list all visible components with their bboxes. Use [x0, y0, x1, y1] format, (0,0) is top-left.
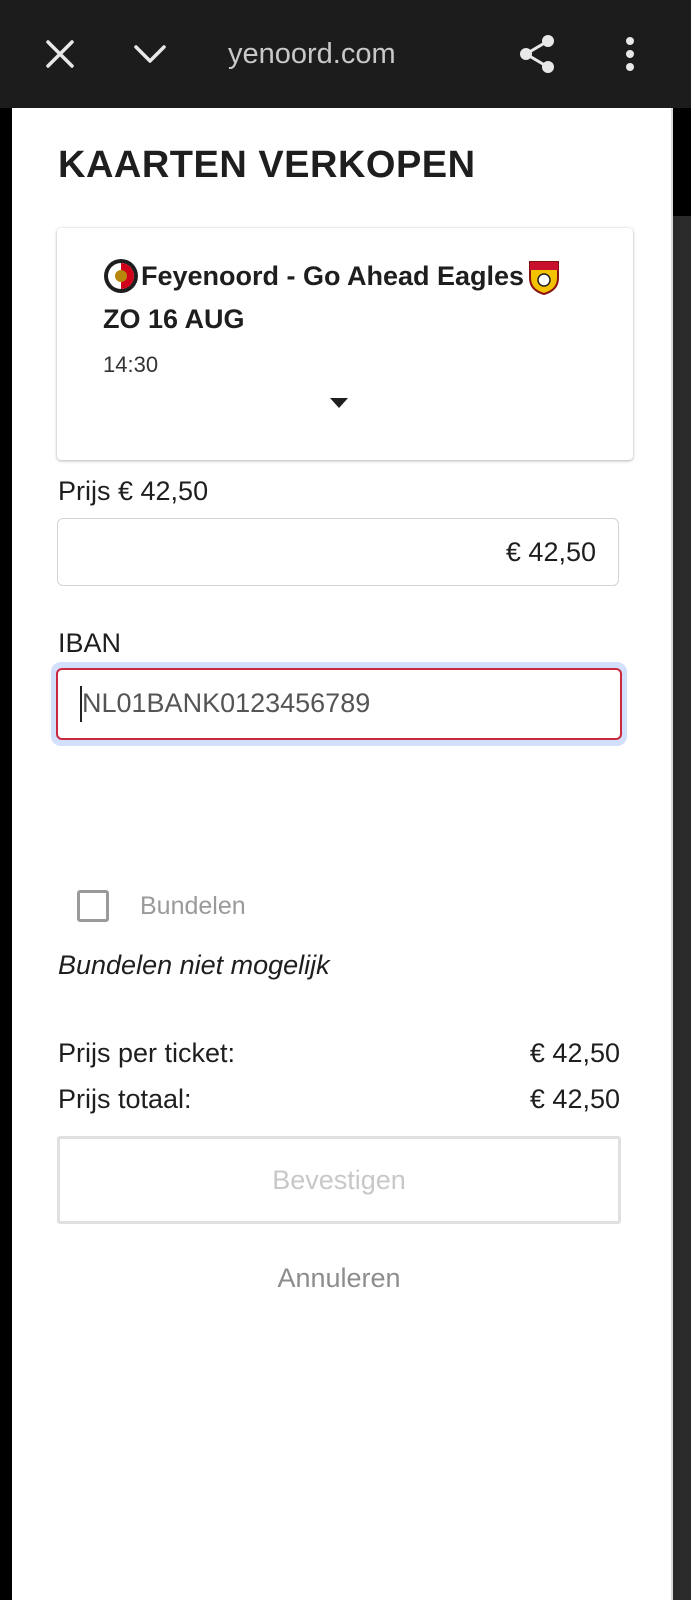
- page-title: KAARTEN VERKOPEN: [58, 144, 476, 186]
- sell-tickets-dialog: KAARTEN VERKOPEN Feyenoord - Go Ahead Ea…: [12, 108, 673, 1600]
- share-icon[interactable]: [515, 32, 559, 76]
- match-name: Feyenoord - Go Ahead Eagles: [141, 260, 525, 291]
- cancel-button[interactable]: Annuleren: [57, 1254, 621, 1302]
- page-backdrop-left: [0, 108, 12, 1600]
- price-per-ticket-label: Prijs per ticket:: [58, 1038, 236, 1068]
- bundle-checkbox[interactable]: [77, 890, 109, 922]
- match-card[interactable]: Feyenoord - Go Ahead Eagles ZO 16 AUG 14…: [57, 228, 633, 460]
- price-total-value: € 42,50: [529, 1084, 620, 1114]
- browser-toolbar: yenoord.com: [0, 0, 691, 108]
- price-per-ticket-row: Prijs per ticket: € 42,50: [58, 1038, 620, 1074]
- url-bar[interactable]: yenoord.com: [228, 34, 396, 74]
- match-title-row: Feyenoord - Go Ahead Eagles: [103, 258, 562, 296]
- bundle-note: Bundelen niet mogelijk: [58, 950, 330, 980]
- feyenoord-logo-icon: [103, 258, 139, 294]
- close-icon[interactable]: [38, 32, 82, 76]
- page-backdrop-right: [673, 108, 691, 1600]
- confirm-button[interactable]: Bevestigen: [57, 1136, 621, 1224]
- price-input-value: € 42,50: [505, 537, 596, 567]
- price-input[interactable]: € 42,50: [57, 518, 619, 586]
- text-cursor: [80, 686, 82, 722]
- go-ahead-eagles-logo-icon: [526, 258, 562, 296]
- bundle-checkbox-label[interactable]: Bundelen: [140, 892, 246, 921]
- chevron-down-icon[interactable]: [128, 32, 172, 76]
- price-total-label: Prijs totaal:: [58, 1084, 192, 1114]
- iban-input[interactable]: NL01BANK0123456789: [56, 668, 622, 740]
- price-total-row: Prijs totaal: € 42,50: [58, 1084, 620, 1120]
- caret-down-icon[interactable]: [330, 398, 348, 408]
- match-time: 14:30: [103, 352, 159, 377]
- iban-input-placeholder: NL01BANK0123456789: [82, 688, 371, 718]
- price-per-ticket-value: € 42,50: [529, 1038, 620, 1068]
- match-date: ZO 16 AUG: [103, 304, 245, 334]
- dialog-edge: [671, 108, 673, 1600]
- iban-label: IBAN: [58, 628, 122, 658]
- price-label: Prijs € 42,50: [58, 476, 209, 506]
- more-vertical-icon[interactable]: [608, 32, 652, 76]
